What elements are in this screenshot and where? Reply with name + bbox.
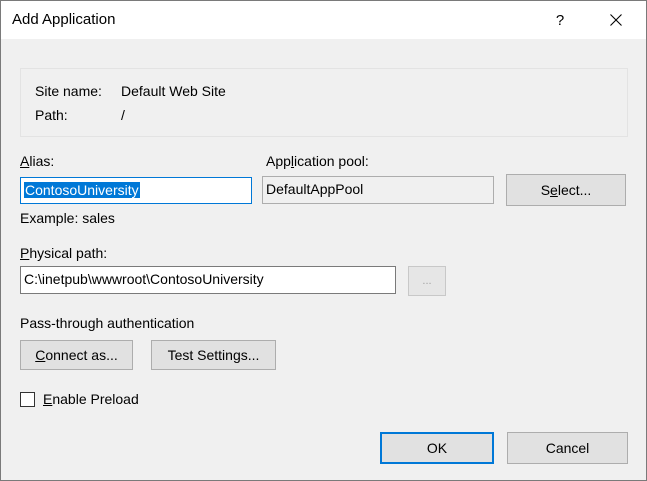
- test-settings-button[interactable]: Test Settings...: [151, 340, 276, 370]
- preload-label-text: nable Preload: [52, 391, 139, 407]
- alias-label-text: lias:: [29, 153, 55, 169]
- application-pool-field: DefaultAppPool: [262, 176, 494, 204]
- physical-path-accel-key: P: [20, 245, 30, 261]
- alias-accel-key: A: [20, 153, 30, 169]
- enable-preload-checkbox[interactable]: [20, 392, 35, 407]
- site-info-panel: Site name: Default Web Site Path: /: [20, 68, 628, 137]
- path-value: /: [121, 107, 125, 123]
- preload-accel-key: E: [43, 391, 53, 407]
- enable-preload-label[interactable]: Enable Preload: [43, 391, 139, 407]
- window-title: Add Application: [12, 11, 116, 28]
- close-icon: [610, 14, 622, 26]
- alias-example-text: Example: sales: [20, 210, 115, 226]
- physical-path-input[interactable]: C:\inetpub\wwwroot\ContosoUniversity: [20, 266, 396, 294]
- application-pool-label: Application pool:: [266, 153, 369, 169]
- select-accel-key: e: [550, 182, 558, 198]
- help-icon: ?: [555, 11, 565, 29]
- connect-accel-key: C: [35, 347, 46, 363]
- physical-path-label: Physical path:: [20, 245, 107, 261]
- physical-path-label-text: hysical path:: [29, 245, 108, 261]
- site-name-label: Site name:: [35, 83, 102, 99]
- ok-button[interactable]: OK: [380, 432, 494, 464]
- close-button[interactable]: [593, 1, 639, 39]
- select-app-pool-button[interactable]: Se lect...: [506, 174, 626, 206]
- pass-through-auth-heading: Pass-through authentication: [20, 315, 195, 331]
- site-name-value: Default Web Site: [121, 83, 226, 99]
- select-label-post: lect...: [557, 182, 592, 198]
- app-pool-label-pre: App: [266, 153, 291, 169]
- connect-as-button[interactable]: Connect as...: [20, 340, 133, 370]
- alias-input[interactable]: ContosoUniversity: [20, 177, 252, 204]
- connect-label-text: onnect as...: [45, 347, 118, 363]
- cancel-button[interactable]: Cancel: [507, 432, 628, 464]
- help-button[interactable]: ?: [537, 1, 583, 39]
- select-label-pre: S: [540, 182, 551, 198]
- path-label: Path:: [35, 107, 68, 123]
- title-bar: Add Application ?: [1, 1, 646, 39]
- app-pool-label-post: ication pool:: [294, 153, 369, 169]
- alias-input-value: ContosoUniversity: [24, 182, 140, 198]
- alias-label: Alias:: [20, 153, 54, 169]
- add-application-dialog: Add Application ? Site name: Default Web…: [0, 0, 647, 481]
- browse-path-button[interactable]: ...: [408, 266, 446, 296]
